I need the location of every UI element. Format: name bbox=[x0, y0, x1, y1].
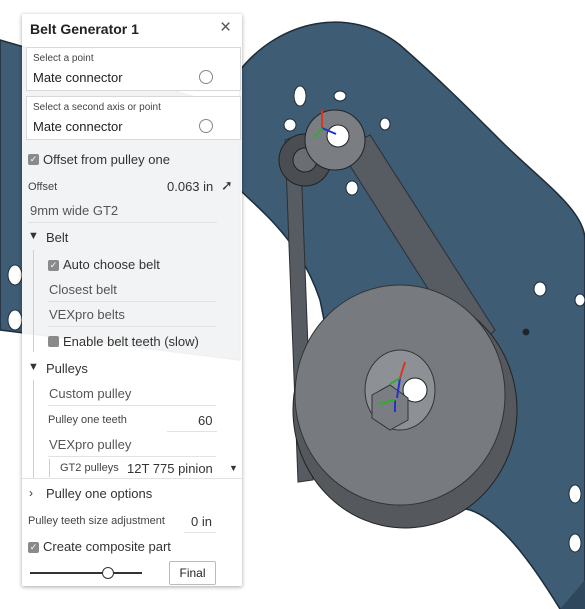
composite-part-checkbox[interactable]: ✓ bbox=[28, 542, 39, 553]
second-point-label: Select a second axis or point bbox=[33, 102, 161, 113]
pulley-one-teeth-label: Pulley one teeth bbox=[48, 414, 127, 426]
divider bbox=[48, 456, 216, 457]
close-icon[interactable]: × bbox=[220, 17, 231, 39]
upper-pulley bbox=[304, 109, 366, 171]
first-point-label: Select a point bbox=[33, 53, 94, 64]
divider bbox=[167, 431, 217, 432]
first-point-value: Mate connector bbox=[33, 70, 123, 85]
divider bbox=[184, 532, 216, 533]
chevron-down-icon[interactable]: ▼ bbox=[28, 230, 39, 242]
pulley-one-teeth-value[interactable]: 60 bbox=[198, 413, 212, 428]
divider bbox=[22, 478, 242, 479]
slider-knob[interactable] bbox=[102, 567, 114, 579]
chevron-down-icon[interactable]: ▼ bbox=[28, 361, 39, 373]
divider bbox=[48, 301, 216, 302]
final-button[interactable]: Final bbox=[169, 561, 216, 585]
teeth-size-adjustment-value[interactable]: 0 in bbox=[191, 514, 212, 529]
section-indent-line bbox=[33, 380, 34, 478]
auto-choose-checkbox[interactable]: ✓ bbox=[48, 260, 59, 271]
offset-value[interactable]: 0.063 in bbox=[167, 179, 213, 194]
auto-choose-label: Auto choose belt bbox=[63, 257, 160, 272]
belt-generator-dialog: Belt Generator 1 × Select a point Mate c… bbox=[22, 14, 242, 586]
custom-pulley[interactable]: Custom pulley bbox=[49, 386, 131, 401]
belt-width[interactable]: 9mm wide GT2 bbox=[30, 203, 118, 218]
offset-label: Offset bbox=[28, 181, 58, 193]
offset-checkbox[interactable]: ✓ bbox=[28, 154, 39, 165]
clock-icon[interactable] bbox=[199, 119, 213, 133]
divider bbox=[48, 326, 216, 327]
history-slider[interactable] bbox=[30, 572, 142, 574]
section-indent-line bbox=[33, 250, 34, 352]
arrow-icon[interactable]: ➚ bbox=[221, 177, 233, 194]
divider bbox=[48, 405, 216, 406]
pulleys-section-header[interactable]: Pulleys bbox=[46, 361, 88, 376]
belt-section-header[interactable]: Belt bbox=[46, 230, 68, 245]
teeth-size-adjustment-label: Pulley teeth size adjustment bbox=[28, 515, 165, 527]
offset-checkbox-label: Offset from pulley one bbox=[43, 152, 170, 167]
gt2-pulleys-select[interactable]: 12T 775 pinion bbox=[127, 461, 213, 476]
enable-teeth-checkbox[interactable] bbox=[48, 336, 59, 347]
second-point-value: Mate connector bbox=[33, 119, 123, 134]
divider bbox=[28, 222, 217, 223]
gt2-pulleys-label: GT2 pulleys bbox=[60, 462, 119, 474]
composite-part-label: Create composite part bbox=[43, 539, 171, 554]
pulley-one-options[interactable]: Pulley one options bbox=[46, 486, 152, 501]
second-point-selector[interactable]: Select a second axis or point Mate conne… bbox=[26, 96, 241, 140]
first-point-selector[interactable]: Select a point Mate connector bbox=[26, 47, 241, 91]
dropdown-icon[interactable]: ▼ bbox=[229, 463, 238, 473]
vexpro-pulley[interactable]: VEXpro pulley bbox=[49, 437, 131, 452]
dialog-title: Belt Generator 1 bbox=[30, 21, 139, 37]
closest-belt[interactable]: Closest belt bbox=[49, 282, 117, 297]
belt-source[interactable]: VEXpro belts bbox=[49, 307, 125, 322]
chevron-right-icon[interactable]: › bbox=[29, 486, 33, 500]
section-indent-line bbox=[49, 459, 50, 477]
enable-teeth-label: Enable belt teeth (slow) bbox=[63, 334, 199, 349]
clock-icon[interactable] bbox=[199, 70, 213, 84]
